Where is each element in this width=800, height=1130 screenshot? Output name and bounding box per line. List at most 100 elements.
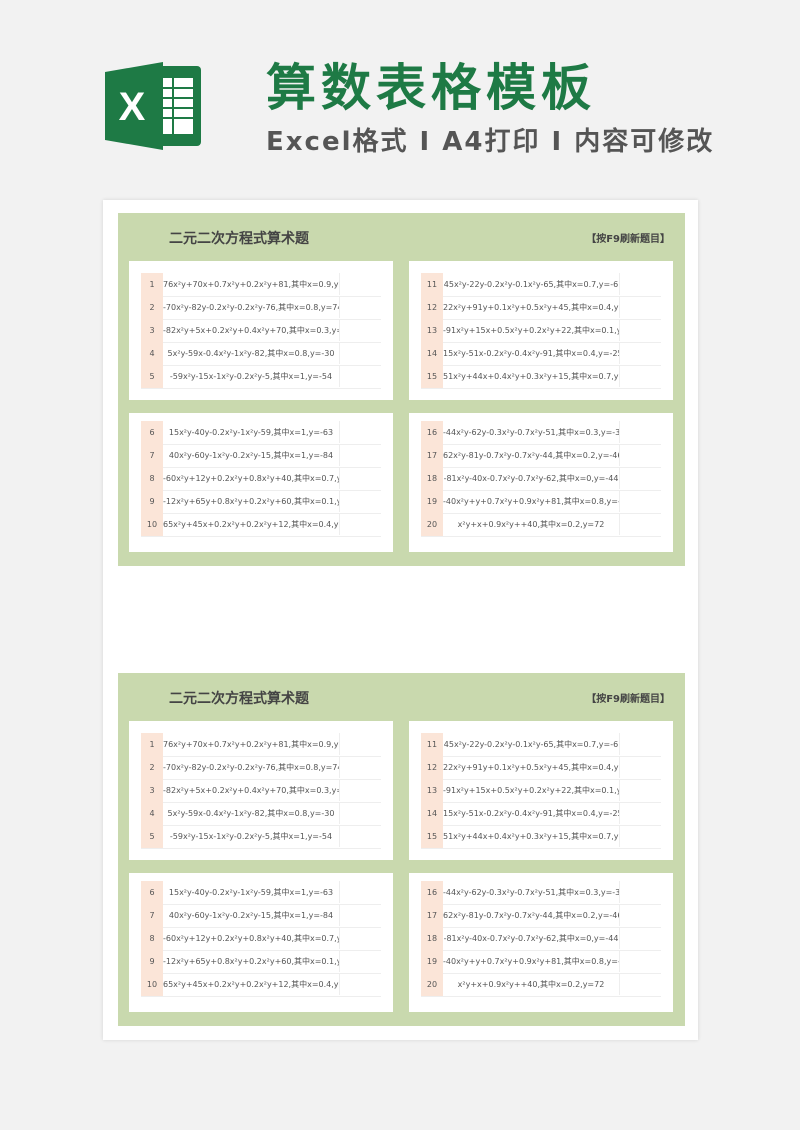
problem-row: 10 65x²y+45x+0.2x²y+0.2x²y+12,其中x=0.4,y=… — [141, 513, 381, 537]
answer-cell[interactable] — [339, 319, 382, 341]
problem-row: 1 76x²y+70x+0.7x²y+0.2x²y+81,其中x=0.9,y=5… — [141, 273, 381, 297]
page-subtitle: Excel格式 I A4打印 I 内容可修改 — [266, 127, 715, 157]
problem-number: 8 — [141, 927, 163, 950]
problem-expression: 40x²y-60y-1x²y-0.2x²y-15,其中x=1,y=-84 — [168, 451, 334, 460]
page-title: 算数表格模板 — [266, 59, 596, 117]
problem-row: 18 -81x²y-40x-0.7x²y-0.7x²y-62,其中x=0,y=-… — [421, 467, 661, 491]
problem-expression: 5x²y-59x-0.4x²y-1x²y-82,其中x=0.8,y=-30 — [167, 349, 335, 358]
answer-cell[interactable] — [339, 490, 382, 512]
problem-row: 6 15x²y-40y-0.2x²y-1x²y-59,其中x=1,y=-63 — [141, 421, 381, 445]
answer-cell[interactable] — [339, 467, 382, 489]
excel-logo-letter: X — [119, 85, 146, 129]
answer-cell[interactable] — [339, 756, 382, 778]
problem-expression: 22x²y+91y+0.1x²y+0.5x²y+45,其中x=0.4,y=77 — [443, 763, 619, 772]
answer-cell[interactable] — [339, 273, 382, 295]
problem-expression: -44x²y-62y-0.3x²y-0.7x²y-51,其中x=0.3,y=-3… — [443, 428, 619, 437]
problem-number: 17 — [421, 444, 443, 467]
problem-row: 20 x²y+x+0.9x²y++40,其中x=0.2,y=72 — [421, 513, 661, 537]
problem-number: 8 — [141, 467, 163, 490]
problem-row: 13 -91x²y+15x+0.5x²y+0.2x²y+22,其中x=0.1,y… — [421, 779, 661, 803]
problem-number: 20 — [421, 513, 443, 536]
problem-number: 20 — [421, 973, 443, 996]
answer-cell[interactable] — [339, 973, 382, 995]
answer-cell[interactable] — [619, 467, 662, 489]
answer-cell[interactable] — [619, 319, 662, 341]
problem-expression: 65x²y+45x+0.2x²y+0.2x²y+12,其中x=0.4,y=48 — [163, 520, 339, 529]
answer-cell[interactable] — [619, 973, 662, 995]
problem-expression: 5x²y-59x-0.4x²y-1x²y-82,其中x=0.8,y=-30 — [167, 809, 335, 818]
problem-row: 19 -40x²y+y+0.7x²y+0.9x²y+81,其中x=0.8,y=-… — [421, 950, 661, 974]
problem-row: 10 65x²y+45x+0.2x²y+0.2x²y+12,其中x=0.4,y=… — [141, 973, 381, 997]
answer-cell[interactable] — [339, 513, 382, 535]
answer-cell[interactable] — [619, 513, 662, 535]
problem-row: 5 -59x²y-15x-1x²y-0.2x²y-5,其中x=1,y=-54 — [141, 365, 381, 389]
problem-number: 5 — [141, 825, 163, 848]
problem-expression: -40x²y+y+0.7x²y+0.9x²y+81,其中x=0.8,y=-39 — [443, 497, 619, 506]
problem-number: 16 — [421, 421, 443, 444]
answer-cell[interactable] — [339, 733, 382, 755]
answer-cell[interactable] — [339, 296, 382, 318]
problem-row: 12 22x²y+91y+0.1x²y+0.5x²y+45,其中x=0.4,y=… — [421, 296, 661, 320]
problem-expression: 51x²y+44x+0.4x²y+0.3x²y+15,其中x=0.7,y=92 — [443, 832, 619, 841]
answer-cell[interactable] — [339, 927, 382, 949]
answer-cell[interactable] — [339, 881, 382, 903]
problem-panel: 6 15x²y-40y-0.2x²y-1x²y-59,其中x=1,y=-63 7… — [129, 873, 393, 1012]
problem-expression: 45x²y-22y-0.2x²y-0.1x²y-65,其中x=0.7,y=-6 — [443, 280, 619, 289]
problem-row: 15 51x²y+44x+0.4x²y+0.3x²y+15,其中x=0.7,y=… — [421, 365, 661, 389]
problem-number: 17 — [421, 904, 443, 927]
problem-expression: -44x²y-62y-0.3x²y-0.7x²y-51,其中x=0.3,y=-3… — [443, 888, 619, 897]
answer-cell[interactable] — [339, 421, 382, 443]
refresh-hint: 【按F9刷新题目】 — [586, 694, 670, 705]
problem-number: 11 — [421, 273, 443, 296]
problem-row: 11 45x²y-22y-0.2x²y-0.1x²y-65,其中x=0.7,y=… — [421, 733, 661, 757]
problem-expression: -60x²y+12y+0.2x²y+0.8x²y+40,其中x=0.7,y=81 — [163, 474, 339, 483]
answer-cell[interactable] — [619, 927, 662, 949]
answer-cell[interactable] — [339, 825, 382, 847]
problem-expression: 65x²y+45x+0.2x²y+0.2x²y+12,其中x=0.4,y=48 — [163, 980, 339, 989]
problem-expression: 22x²y+91y+0.1x²y+0.5x²y+45,其中x=0.4,y=77 — [443, 303, 619, 312]
problem-panel: 6 15x²y-40y-0.2x²y-1x²y-59,其中x=1,y=-63 7… — [129, 413, 393, 552]
problem-number: 14 — [421, 802, 443, 825]
answer-cell[interactable] — [339, 904, 382, 926]
answer-cell[interactable] — [619, 296, 662, 318]
problem-expression: -59x²y-15x-1x²y-0.2x²y-5,其中x=1,y=-54 — [169, 372, 333, 381]
problem-number: 7 — [141, 444, 163, 467]
answer-cell[interactable] — [619, 733, 662, 755]
problem-number: 13 — [421, 779, 443, 802]
answer-cell[interactable] — [339, 950, 382, 972]
answer-cell[interactable] — [339, 802, 382, 824]
problem-row: 17 62x²y-81y-0.7x²y-0.7x²y-44,其中x=0.2,y=… — [421, 904, 661, 928]
problem-row: 2 -70x²y-82y-0.2x²y-0.2x²y-76,其中x=0.8,y=… — [141, 756, 381, 780]
problem-row: 7 40x²y-60y-1x²y-0.2x²y-15,其中x=1,y=-84 — [141, 904, 381, 928]
problem-row: 14 15x²y-51x-0.2x²y-0.4x²y-91,其中x=0.4,y=… — [421, 802, 661, 826]
answer-cell[interactable] — [619, 365, 662, 387]
problem-row: 15 51x²y+44x+0.4x²y+0.3x²y+15,其中x=0.7,y=… — [421, 825, 661, 849]
answer-cell[interactable] — [619, 881, 662, 903]
answer-cell[interactable] — [619, 825, 662, 847]
answer-cell[interactable] — [619, 273, 662, 295]
answer-cell[interactable] — [619, 342, 662, 364]
answer-cell[interactable] — [619, 950, 662, 972]
problem-number: 2 — [141, 756, 163, 779]
problem-number: 10 — [141, 973, 163, 996]
answer-cell[interactable] — [339, 365, 382, 387]
answer-cell[interactable] — [339, 444, 382, 466]
problem-number: 5 — [141, 365, 163, 388]
answer-cell[interactable] — [619, 904, 662, 926]
answer-cell[interactable] — [619, 779, 662, 801]
answer-cell[interactable] — [339, 779, 382, 801]
problem-number: 6 — [141, 421, 163, 444]
sheet-title: 二元二次方程式算术题 — [169, 231, 309, 247]
answer-cell[interactable] — [619, 490, 662, 512]
problem-number: 9 — [141, 490, 163, 513]
answer-cell[interactable] — [619, 802, 662, 824]
answer-cell[interactable] — [619, 756, 662, 778]
answer-cell[interactable] — [619, 421, 662, 443]
problem-number: 18 — [421, 467, 443, 490]
problem-number: 1 — [141, 733, 163, 756]
problem-expression: x²y+x+0.9x²y++40,其中x=0.2,y=72 — [457, 520, 605, 529]
answer-cell[interactable] — [619, 444, 662, 466]
problem-number: 15 — [421, 825, 443, 848]
problem-expression: -91x²y+15x+0.5x²y+0.2x²y+22,其中x=0.1,y=10 — [443, 326, 619, 335]
answer-cell[interactable] — [339, 342, 382, 364]
